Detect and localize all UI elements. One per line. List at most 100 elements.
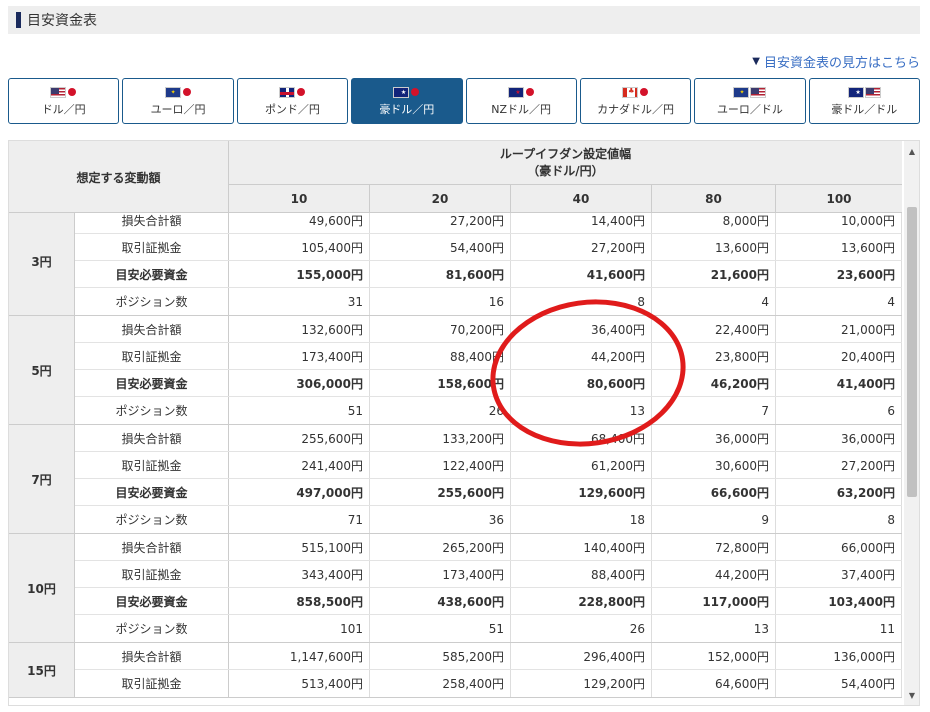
fund-table: 想定する変動額 ループイフダン設定値幅 （豪ドル/円） 10 20 40 80 … — [8, 140, 920, 706]
table-cell: 81,600円 — [370, 261, 511, 287]
table-cell: 30,600円 — [652, 452, 776, 478]
table-cell: 54,400円 — [776, 670, 902, 697]
table-cell: 27,200円 — [776, 452, 902, 478]
row-name: 損失合計額 — [75, 213, 229, 233]
table-cell: 515,100円 — [229, 534, 370, 560]
table-cell: 306,000円 — [229, 370, 370, 396]
tab-label: ポンド／円 — [264, 103, 320, 116]
table-cell: 26 — [511, 615, 652, 642]
table-row: 目安必要資金 155,000円 81,600円 41,600円 21,600円 23,60… — [75, 261, 902, 288]
table-cell: 80,600円 — [511, 370, 652, 396]
table-row: 損失合計額 49,600円 27,200円 14,400円 8,000円 10,000円 — [75, 213, 902, 234]
scroll-thumb[interactable] — [907, 207, 917, 497]
table-cell: 23,600円 — [776, 261, 902, 287]
table-cell: 117,000円 — [652, 588, 776, 614]
table-cell: 31 — [229, 288, 370, 315]
header-range: ループイフダン設定値幅 （豪ドル/円） — [229, 141, 902, 185]
tab-label: 豪ドル／ドル — [831, 103, 898, 116]
table-cell: 88,400円 — [511, 561, 652, 587]
table-row: ポジション数 51 26 13 7 6 — [75, 397, 902, 424]
table-cell: 858,500円 — [229, 588, 370, 614]
table-cell: 36,000円 — [776, 425, 902, 451]
header-fluctuation: 想定する変動額 — [9, 141, 229, 213]
table-row: 取引証拠金 173,400円 88,400円 44,200円 23,800円 20,400… — [75, 343, 902, 370]
table-cell: 101 — [229, 615, 370, 642]
table-cell: 438,600円 — [370, 588, 511, 614]
group-label: 10円 — [9, 534, 75, 642]
currency-tabs: ドル／円 ユーロ／円 ポンド／円 豪ドル／円 NZドル／円 カナダドル／円 ユーロ／ドル 豪ド… — [8, 78, 920, 124]
tab-2[interactable]: ポンド／円 — [236, 78, 349, 124]
col-header: 10 — [229, 185, 370, 213]
tab-flags — [847, 85, 881, 99]
table-cell: 265,200円 — [370, 534, 511, 560]
table-cell: 4 — [652, 288, 776, 315]
table-cell: 36,400円 — [511, 316, 652, 342]
table-cell: 18 — [511, 506, 652, 533]
page-title-bar: 目安資金表 — [8, 6, 920, 34]
tab-label: ユーロ／ドル — [716, 103, 783, 116]
table-cell: 4 — [776, 288, 902, 315]
header-range-pair: （豪ドル/円） — [527, 163, 604, 178]
table-row: ポジション数 71 36 18 9 8 — [75, 506, 902, 533]
table-cell: 72,800円 — [652, 534, 776, 560]
table-row: 目安必要資金 306,000円 158,600円 80,600円 46,200円 41,4… — [75, 370, 902, 397]
group-label: 7円 — [9, 425, 75, 533]
table-cell: 54,400円 — [370, 234, 511, 260]
table-cell: 13,600円 — [776, 234, 902, 260]
row-name: 目安必要資金 — [75, 588, 229, 614]
table-cell: 27,200円 — [370, 213, 511, 233]
table-cell: 173,400円 — [229, 343, 370, 369]
table-body[interactable]: 3円 損失合計額 49,600円 27,200円 14,400円 8,000円 10,000… — [9, 213, 902, 705]
flag-eu-icon — [733, 86, 750, 98]
table-cell: 71 — [229, 506, 370, 533]
flag-au-icon — [847, 86, 864, 98]
table-cell: 105,400円 — [229, 234, 370, 260]
table-cell: 152,000円 — [652, 643, 776, 669]
tab-4[interactable]: NZドル／円 — [465, 78, 577, 124]
row-name: 目安必要資金 — [75, 370, 229, 396]
help-link-text[interactable]: 目安資金表の見方はこちら — [764, 52, 920, 71]
scroll-down-icon[interactable]: ▼ — [904, 687, 919, 703]
table-cell: 11 — [776, 615, 902, 642]
row-name: ポジション数 — [75, 288, 229, 315]
flag-jp-icon — [67, 87, 77, 97]
table-cell: 46,200円 — [652, 370, 776, 396]
table-cell: 228,800円 — [511, 588, 652, 614]
table-cell: 8 — [511, 288, 652, 315]
col-header: 100 — [826, 192, 852, 206]
table-row: 取引証拠金 105,400円 54,400円 27,200円 13,600円 13,600… — [75, 234, 902, 261]
scroll-up-icon[interactable]: ▲ — [904, 143, 919, 159]
tab-7[interactable]: 豪ドル／ドル — [808, 78, 920, 124]
row-name: 取引証拠金 — [75, 670, 229, 697]
tab-1[interactable]: ユーロ／円 — [122, 78, 234, 124]
table-cell: 133,200円 — [370, 425, 511, 451]
table-cell: 44,200円 — [652, 561, 776, 587]
row-name: 取引証拠金 — [75, 343, 229, 369]
table-cell: 6 — [776, 397, 902, 424]
tab-5[interactable]: カナダドル／円 — [579, 78, 692, 124]
help-link[interactable]: ▼ 目安資金表の見方はこちら — [752, 52, 920, 71]
table-cell: 129,600円 — [511, 479, 652, 505]
table-cell: 258,400円 — [370, 670, 511, 697]
table-row: 損失合計額 132,600円 70,200円 36,400円 22,400円 21,000… — [75, 316, 902, 343]
chevron-down-icon: ▼ — [752, 56, 760, 67]
table-cell: 497,000円 — [229, 479, 370, 505]
flag-ca-icon — [622, 86, 639, 98]
table-cell: 140,400円 — [511, 534, 652, 560]
table-cell: 122,400円 — [370, 452, 511, 478]
table-row: 目安必要資金 497,000円 255,600円 129,600円 66,600円 63,… — [75, 479, 902, 506]
vertical-scrollbar[interactable]: ▲ ▼ — [904, 141, 919, 705]
flag-jp-icon — [182, 87, 192, 97]
table-cell: 103,400円 — [776, 588, 902, 614]
table-row: 損失合計額 255,600円 133,200円 68,400円 36,000円 36,00… — [75, 425, 902, 452]
table-cell: 585,200円 — [370, 643, 511, 669]
col-header: 20 — [370, 185, 511, 213]
tab-6[interactable]: ユーロ／ドル — [694, 78, 806, 124]
tab-3[interactable]: 豪ドル／円 — [351, 78, 463, 124]
table-row: 取引証拠金 241,400円 122,400円 61,200円 30,600円 27,20… — [75, 452, 902, 479]
table-cell: 27,200円 — [511, 234, 652, 260]
flag-jp-icon — [296, 87, 306, 97]
table-cell: 41,400円 — [776, 370, 902, 396]
table-cell: 10,000円 — [776, 213, 902, 233]
tab-0[interactable]: ドル／円 — [8, 78, 120, 124]
